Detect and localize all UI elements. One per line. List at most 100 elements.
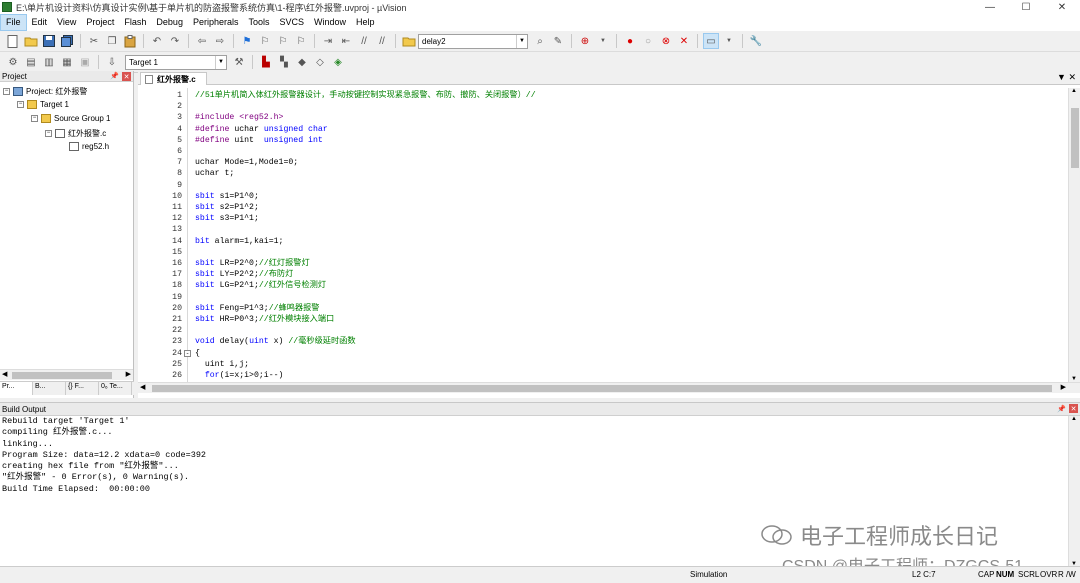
scrollbar-thumb[interactable] [1071,108,1079,168]
scroll-up-icon[interactable]: ▲ [1071,416,1077,422]
scroll-left-icon[interactable]: ◀ [140,383,145,391]
code-line[interactable]: 5 #define uint unsigned int [138,135,1066,146]
menu-debug[interactable]: Debug [151,14,188,31]
chevron-down-icon[interactable]: ▼ [215,55,226,69]
download-icon[interactable]: ⇩ [104,54,120,70]
code-line[interactable]: 17 sbit LY=P2^2;//布防灯 [138,269,1066,280]
code-line[interactable]: 13 [138,224,1066,235]
menu-svcs[interactable]: SVCS [275,14,310,31]
tab-source-file[interactable]: 红外报警.c [140,72,207,85]
minimize-button[interactable]: — [972,0,1008,14]
close-icon[interactable]: ✕ [1069,404,1078,413]
collapse-icon[interactable]: − [17,101,24,108]
tree-node-source-group[interactable]: − Source Group 1 [31,114,110,123]
fold-toggle-icon[interactable]: - [184,349,191,357]
find-in-files-icon[interactable] [401,33,417,49]
select-packs-icon[interactable]: ◆ [294,54,310,70]
tab-list-dropdown-icon[interactable]: ▼ ✕ [1057,72,1076,83]
target-options-icon[interactable]: ⚒ [231,54,247,70]
tree-node-header-file[interactable]: reg52.h [69,142,109,151]
comment-icon[interactable]: // [356,33,372,49]
code-line[interactable]: 11 sbit s2=P1^2; [138,202,1066,213]
scrollbar-thumb[interactable] [12,372,112,379]
code-line[interactable]: 21 sbit HR=P0^3;//红外模块接入端口 [138,314,1066,325]
next-bookmark-icon[interactable]: ⚐ [275,33,291,49]
code-line[interactable]: 20 sbit Feng=P1^3;//蜂鸣器报警 [138,303,1066,314]
kill-breakpoints-icon[interactable]: ✕ [676,33,692,49]
menu-file[interactable]: File [0,14,27,31]
file-extensions-icon[interactable]: ▙ [258,54,274,70]
manage-components-icon[interactable]: ▚ [276,54,292,70]
close-icon[interactable]: ✕ [122,72,131,81]
pin-icon[interactable]: 📌 [110,72,119,80]
open-folder-icon[interactable] [23,33,39,49]
maximize-button[interactable]: ☐ [1008,0,1044,14]
save-all-icon[interactable] [59,33,75,49]
scroll-right-icon[interactable]: ▶ [126,370,131,378]
editor-horizontal-scrollbar[interactable]: ◀ ▶ [138,382,1080,393]
chevron-down-icon[interactable]: ▼ [516,34,527,48]
code-line[interactable]: 9 [138,180,1066,191]
scroll-left-icon[interactable]: ◀ [2,370,7,378]
code-line[interactable]: 2 [138,101,1066,112]
new-file-icon[interactable] [5,33,21,49]
pack-installer-icon[interactable]: ◇ [312,54,328,70]
scrollbar-thumb[interactable] [152,385,1052,392]
build-icon[interactable]: ▤ [23,54,39,70]
menu-peripherals[interactable]: Peripherals [188,14,244,31]
cut-icon[interactable]: ✂ [86,33,102,49]
find-icon[interactable]: ⌕ [532,33,548,49]
function-combo[interactable]: delay2 ▼ [418,33,528,49]
code-line[interactable]: 24-{ [138,348,1066,359]
tab-project[interactable]: Pr... [0,382,33,395]
menu-project[interactable]: Project [81,14,119,31]
close-window-button[interactable]: ✕ [1044,0,1080,14]
unindent-icon[interactable]: ⇤ [338,33,354,49]
bookmark-icon[interactable]: ⚑ [239,33,255,49]
breakpoint-icon[interactable]: ● [622,33,638,49]
editor-vertical-scrollbar[interactable]: ▲ ▼ [1068,88,1080,382]
build-output-scrollbar[interactable]: ▲ ▼ [1068,416,1080,567]
collapse-icon[interactable]: − [3,88,10,95]
navigate-back-icon[interactable]: ⇦ [194,33,210,49]
navigate-forward-icon[interactable]: ⇨ [212,33,228,49]
project-horizontal-scrollbar[interactable]: ◀ ▶ [0,369,133,380]
menu-tools[interactable]: Tools [243,14,274,31]
prev-bookmark-icon[interactable]: ⚐ [257,33,273,49]
code-line[interactable]: 6 [138,146,1066,157]
pin-icon[interactable]: 📌 [1057,405,1066,413]
rebuild-icon[interactable]: ▥ [41,54,57,70]
code-line[interactable]: 15 [138,247,1066,258]
menu-window[interactable]: Window [309,14,351,31]
code-line[interactable]: 23 void delay(uint x) //毫秒级延时函数 [138,336,1066,347]
chevron-down-icon[interactable]: ▼ [595,33,611,49]
tree-node-target[interactable]: − Target 1 [17,100,69,109]
menu-flash[interactable]: Flash [119,14,151,31]
tab-functions[interactable]: {} F... [66,382,99,395]
undo-icon[interactable]: ↶ [149,33,165,49]
stop-build-icon[interactable]: ▣ [77,54,93,70]
scroll-right-icon[interactable]: ▶ [1061,383,1066,391]
menu-edit[interactable]: Edit [27,14,53,31]
code-line[interactable]: 1 //51单片机简入体红外报警器设计，手动按键控制实现紧急报警、布防、撤防、关闭… [138,90,1066,101]
menu-help[interactable]: Help [351,14,380,31]
clear-breakpoints-icon[interactable]: ⊗ [658,33,674,49]
window-layout-icon[interactable]: ▭ [703,33,719,49]
incremental-find-icon[interactable]: ✎ [550,33,566,49]
copy-icon[interactable]: ❐ [104,33,120,49]
code-line[interactable]: 25 uint i,j; [138,359,1066,370]
tree-node-project[interactable]: − Project: 红外报警 [3,86,87,97]
redo-icon[interactable]: ↷ [167,33,183,49]
tree-node-source-file[interactable]: − 红外报警.c [45,128,106,139]
translate-icon[interactable]: ⚙ [5,54,21,70]
chevron-down-icon[interactable]: ▼ [721,33,737,49]
code-line[interactable]: 4 #define uchar unsigned char [138,124,1066,135]
run-time-environment-icon[interactable]: ◈ [330,54,346,70]
code-line[interactable]: 8 uchar t; [138,168,1066,179]
menu-view[interactable]: View [52,14,81,31]
code-line[interactable]: 16 sbit LR=P2^0;//红灯报警灯 [138,258,1066,269]
debug-session-icon[interactable]: ⊕ [577,33,593,49]
disable-breakpoint-icon[interactable]: ○ [640,33,656,49]
configure-icon[interactable]: 🔧 [748,33,764,49]
batch-build-icon[interactable]: ▦ [59,54,75,70]
